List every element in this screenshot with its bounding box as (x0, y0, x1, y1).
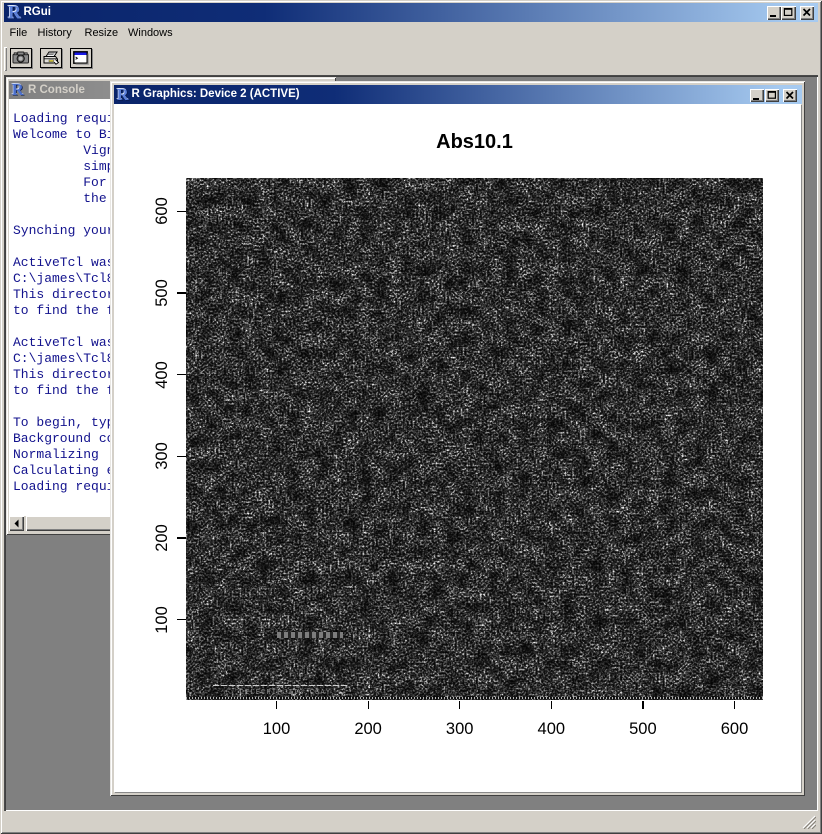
svg-text:R: R (117, 87, 130, 102)
svg-text:R: R (8, 4, 22, 21)
svg-text:R: R (12, 82, 25, 97)
